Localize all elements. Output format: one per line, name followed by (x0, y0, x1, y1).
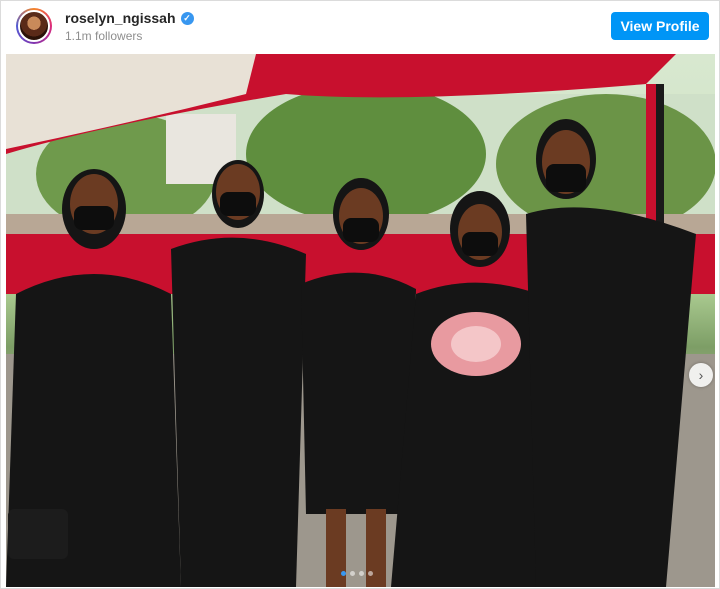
username-row: roselyn_ngissah ✓ (65, 10, 194, 26)
follower-count: 1.1m followers (65, 29, 143, 43)
instagram-embed-card: roselyn_ngissah ✓ 1.1m followers View Pr… (0, 0, 720, 589)
avatar-image (18, 10, 50, 42)
carousel-dot (368, 571, 373, 576)
photo-illustration (6, 54, 715, 587)
username[interactable]: roselyn_ngissah (65, 10, 176, 26)
carousel-dot (350, 571, 355, 576)
carousel-next-button[interactable]: › (689, 363, 713, 387)
carousel-dot (359, 571, 364, 576)
verified-badge-icon: ✓ (180, 11, 194, 25)
carousel-dots (341, 571, 373, 576)
carousel-dot (341, 571, 346, 576)
post-photo[interactable]: › (6, 54, 715, 587)
view-profile-button[interactable]: View Profile (611, 12, 709, 40)
post-header: roselyn_ngissah ✓ 1.1m followers View Pr… (1, 1, 719, 53)
profile-avatar[interactable] (16, 8, 52, 44)
